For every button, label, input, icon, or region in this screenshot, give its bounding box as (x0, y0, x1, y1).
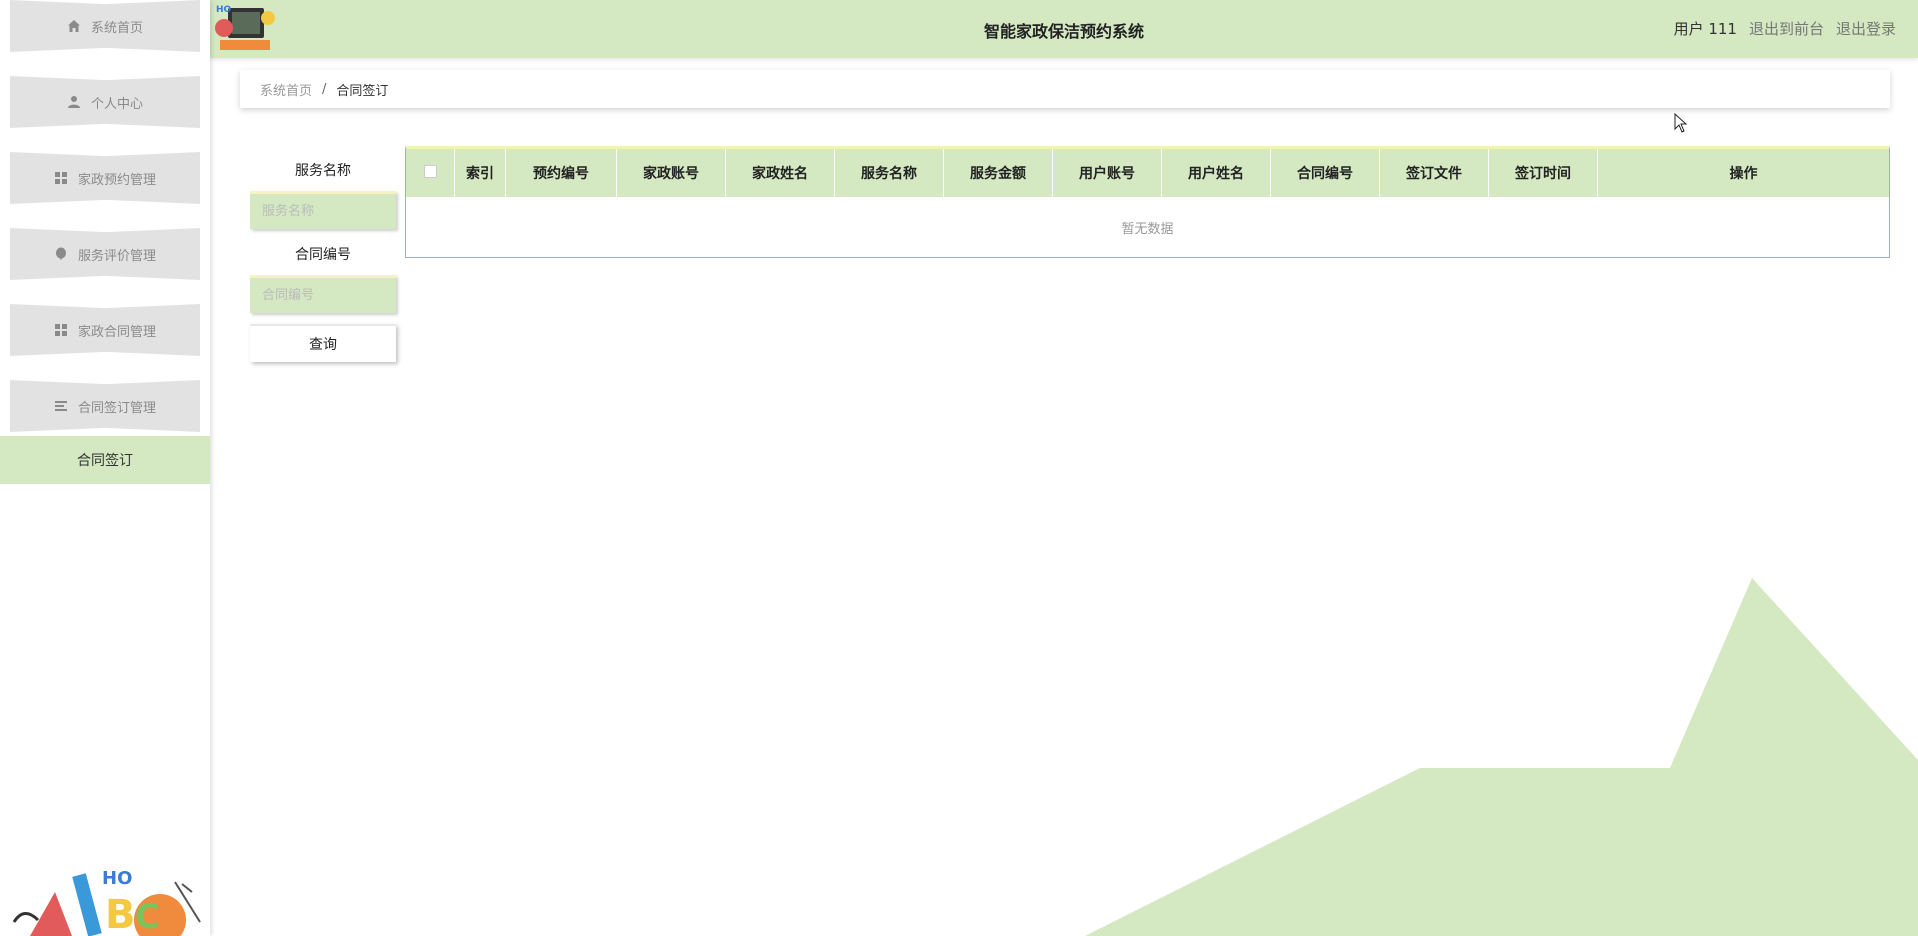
sidebar-item-contract[interactable]: 家政合同管理 (10, 304, 200, 356)
column-header: 操作 (1729, 166, 1758, 182)
service-name-input[interactable] (250, 191, 396, 229)
header-actions: 用户 111 退出到前台 退出登录 (1674, 18, 1896, 39)
column-header: 签订文件 (1379, 149, 1489, 197)
background-decoration (1085, 578, 1918, 936)
column-header: 家政账号 (616, 149, 726, 197)
sidebar-item-label: 服务评价管理 (77, 248, 156, 264)
logo-illustration: HO B C (12, 868, 201, 936)
select-all-checkbox[interactable] (423, 164, 437, 178)
person-icon (67, 95, 81, 109)
grid-icon (54, 171, 68, 185)
app-title: 智能家政保洁预约系统 (983, 22, 1144, 41)
sidebar-item-profile[interactable]: 个人中心 (10, 76, 200, 128)
contract-number-label: 合同编号 (295, 247, 351, 263)
column-header: 家政姓名 (725, 149, 835, 197)
svg-text:HO: HO (102, 868, 132, 889)
breadcrumb-home[interactable]: 系统首页 (260, 80, 312, 99)
select-all-header[interactable] (406, 149, 455, 197)
breadcrumb-separator: / (322, 81, 327, 97)
mouse-cursor-icon (1674, 113, 1688, 133)
column-header: 用户姓名 (1161, 149, 1271, 197)
sidebar-item-label: 家政预约管理 (77, 172, 156, 188)
contract-table: 索引 预约编号 家政账号 家政姓名 服务名称 服务金额 用户账号 用户姓名 合同… (405, 146, 1890, 258)
svg-text:C: C (135, 897, 160, 936)
home-icon (67, 19, 81, 33)
breadcrumb-current: 合同签订 (336, 83, 389, 99)
search-button[interactable]: 查询 (250, 324, 396, 362)
sidebar-item-label: 家政合同管理 (77, 324, 156, 340)
current-user: 用户 111 (1673, 20, 1737, 38)
column-header: 索引 (454, 149, 506, 197)
sidebar-item-label: 个人中心 (90, 96, 143, 112)
sidebar: 系统首页 个人中心 家政预约管理 服务评价管理 家政合同管理 合同签订管理 合同… (0, 0, 210, 936)
column-header: 服务金额 (943, 149, 1053, 197)
sidebar-item-label: 系统首页 (90, 20, 143, 36)
service-name-label: 服务名称 (295, 163, 351, 179)
contract-number-input[interactable] (250, 275, 396, 313)
svg-text:B: B (105, 892, 136, 936)
empty-row: 暂无数据 (406, 197, 1889, 257)
breadcrumb: 系统首页 / 合同签订 (240, 70, 1890, 108)
balloon-icon (54, 247, 68, 261)
empty-message: 暂无数据 (1121, 221, 1174, 237)
column-header: 用户账号 (1052, 149, 1162, 197)
sidebar-subitem-contract-signing[interactable]: 合同签订 (0, 436, 210, 484)
sidebar-item-home[interactable]: 系统首页 (10, 0, 200, 52)
sidebar-item-booking[interactable]: 家政预约管理 (10, 152, 200, 204)
sidebar-item-signing[interactable]: 合同签订管理 (10, 380, 200, 432)
logout-link[interactable]: 退出登录 (1836, 18, 1896, 39)
sidebar-item-label: 合同签订管理 (77, 400, 156, 416)
grid-icon (54, 323, 68, 337)
top-header: HO 智能家政保洁预约系统 用户 111 退出到前台 退出登录 (210, 0, 1918, 58)
exit-to-front-link[interactable]: 退出到前台 (1749, 18, 1824, 39)
column-header: 预约编号 (505, 149, 617, 197)
svg-text:HO: HO (216, 5, 232, 15)
column-header: 合同编号 (1270, 149, 1380, 197)
sidebar-item-review[interactable]: 服务评价管理 (10, 228, 200, 280)
column-header: 服务名称 (834, 149, 944, 197)
table-header-row: 索引 预约编号 家政账号 家政姓名 服务名称 服务金额 用户账号 用户姓名 合同… (406, 149, 1889, 197)
column-header: 签订时间 (1488, 149, 1598, 197)
list-icon (54, 399, 68, 413)
